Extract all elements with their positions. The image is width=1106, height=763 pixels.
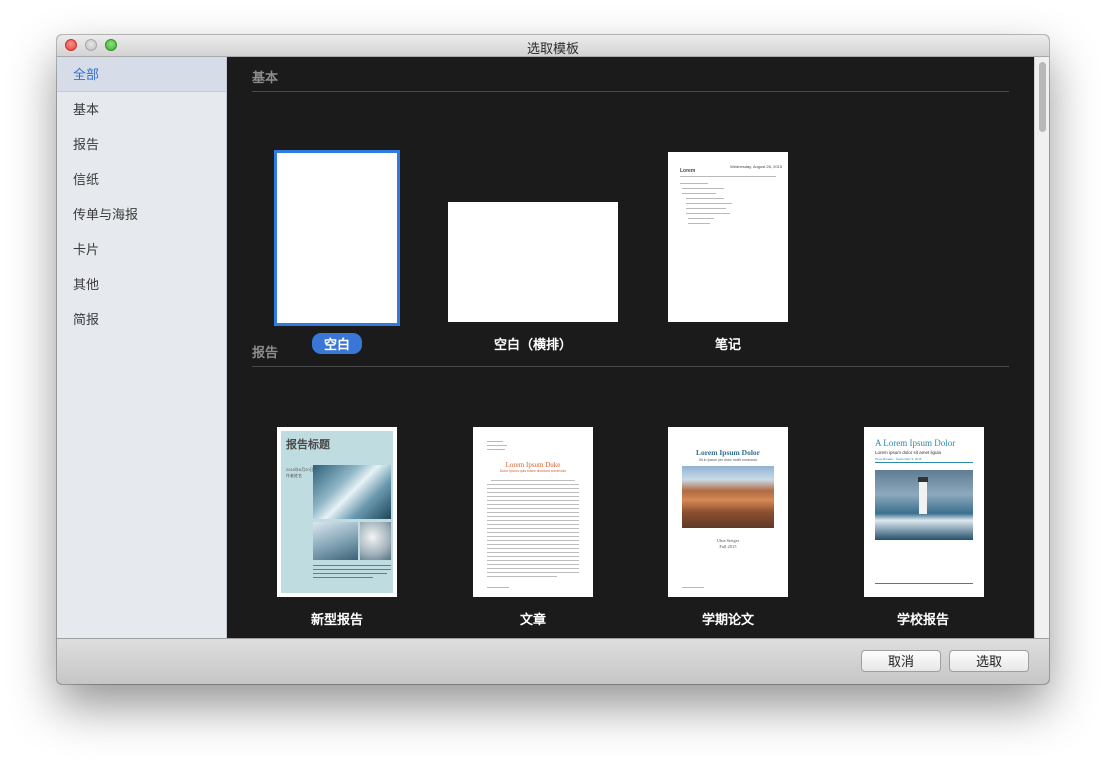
choose-button[interactable]: 选取 [949,650,1029,672]
template-label-notes[interactable]: 笔记 [643,334,813,353]
section-title-reports: 报告 [252,345,279,360]
canyon-photo-icon [682,466,774,528]
school-report-subtitle: Lorem ipsum dolor sit amet ligula [875,450,942,455]
notes-heading: Lorem [680,168,696,174]
essay-subtitle: Dolor Ipsum quis totam tincidunt commodo [499,469,567,473]
section-divider [252,91,1009,92]
essay-title: Lorem Ipsum Duke [505,461,561,469]
term-paper-author: Ulna Steiger [716,538,740,543]
template-label-modern-report[interactable]: 新型报告 [252,609,422,628]
template-label-blank-landscape[interactable]: 空白（横排） [448,334,618,353]
vertical-scrollbar[interactable] [1034,57,1049,638]
school-report-title: A Lorem Ipsum Dolor [875,438,956,448]
title-bar[interactable]: 选取模板 [57,35,1049,57]
term-paper-subtitle: Sit in Ipsum per dolor mollit commodo [698,458,758,462]
template-label-essay[interactable]: 文章 [448,609,618,628]
report-photo-icon [313,522,358,560]
template-thumb-essay[interactable]: Lorem Ipsum Duke Dolor Ipsum quis totam … [473,427,593,597]
template-label-term-paper[interactable]: 学期论文 [643,609,813,628]
template-thumb-school-report[interactable]: A Lorem Ipsum Dolor Lorem ipsum dolor si… [864,427,984,597]
dialog-footer: 取消 选取 [57,638,1049,684]
sidebar-item-stationery[interactable]: 信纸 [57,162,226,197]
term-paper-title: Lorem Ipsum Dolor [695,448,761,457]
template-chooser-window: 选取模板 全部 基本 报告 信纸 传单与海报 卡片 其他 简报 基本 空白 空白… [57,35,1049,684]
template-thumb-blank-landscape[interactable] [448,202,618,322]
sidebar-item-reports[interactable]: 报告 [57,127,226,162]
report-photo-icon [313,465,391,519]
modern-report-title: 报告标题 [286,439,330,451]
sidebar-item-basic[interactable]: 基本 [57,92,226,127]
template-thumb-term-paper[interactable]: Lorem Ipsum Dolor Sit in Ipsum per dolor… [668,427,788,597]
sidebar-item-other[interactable]: 其他 [57,267,226,302]
section-title-basic: 基本 [252,70,279,85]
term-paper-date: Fall 2015 [719,544,737,549]
template-thumb-modern-report[interactable]: 报告标题 2016年6月20日 作者姓名 [277,427,397,597]
template-gallery: 基本 空白 空白（横排） Wednesday, August 26, 2015 … [227,57,1049,638]
template-thumb-blank[interactable] [274,150,400,326]
sidebar-item-flyers-posters[interactable]: 传单与海报 [57,197,226,232]
category-sidebar: 全部 基本 报告 信纸 传单与海报 卡片 其他 简报 [57,57,227,638]
sidebar-item-all[interactable]: 全部 [57,57,226,92]
school-report-byline: Tome Bonaku · September 9, 2015 [875,457,922,461]
template-thumb-notes[interactable]: Wednesday, August 26, 2015 Lorem [668,152,788,322]
notes-date: Wednesday, August 26, 2015 [730,164,782,169]
report-photo-icon [360,522,391,560]
sidebar-item-newsletters[interactable]: 简报 [57,302,226,337]
sidebar-item-cards[interactable]: 卡片 [57,232,226,267]
lighthouse-photo-icon [875,470,973,540]
cancel-button[interactable]: 取消 [861,650,941,672]
template-label-school-report[interactable]: 学校报告 [838,609,1008,628]
window-title: 选取模板 [526,41,579,56]
scrollbar-thumb[interactable] [1039,62,1046,132]
modern-report-subtitle: 2016年6月20日 作者姓名 [286,467,314,478]
section-divider [252,366,1009,367]
